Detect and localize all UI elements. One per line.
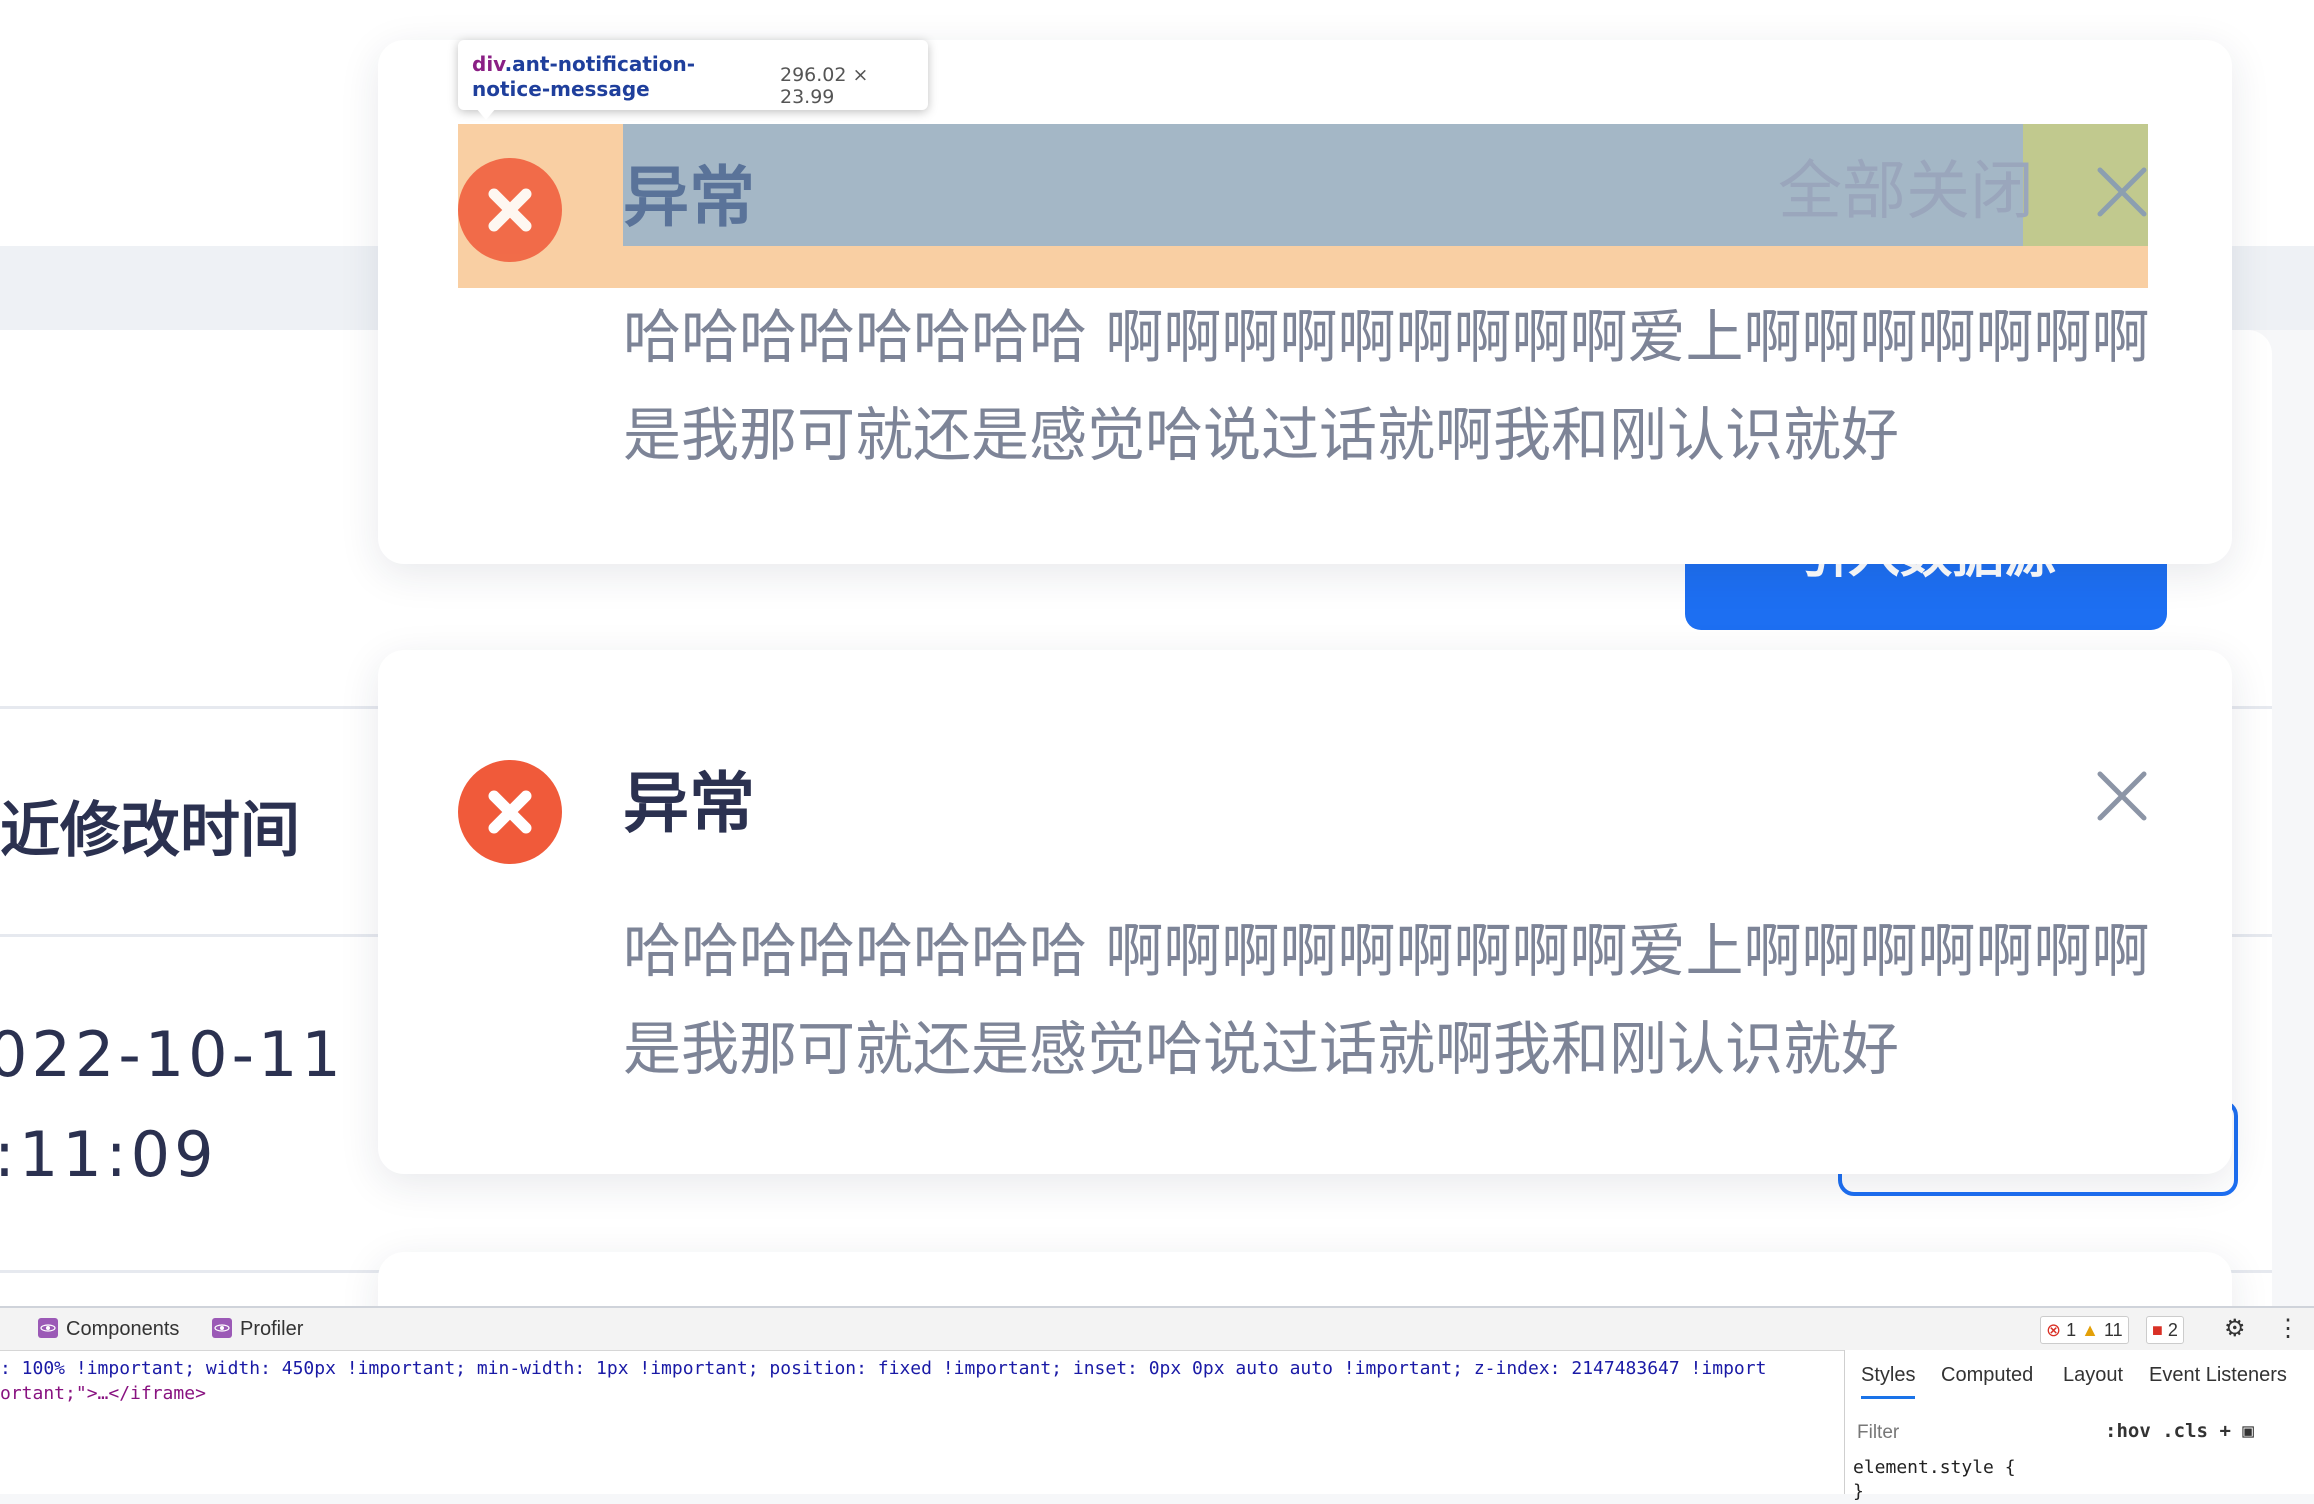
column-header-modified-time: 近修改时间 — [0, 796, 300, 866]
more-options-icon[interactable]: ⋮ — [2276, 1314, 2300, 1343]
close-icon[interactable] — [2094, 768, 2150, 824]
error-icon — [458, 760, 562, 864]
react-icon — [212, 1318, 232, 1338]
styles-toolbar: :hov .cls + ▣ — [2105, 1420, 2254, 1442]
error-count-icon: ⊗ — [2046, 1320, 2062, 1340]
tab-profiler[interactable]: Profiler — [212, 1318, 303, 1341]
devtools-panel: Components Profiler ⊗ 1 ▲ 11 ■ 2 ⚙ ⋮ : 1… — [0, 1306, 2314, 1502]
notification-card-2: 异常 哈哈哈哈哈哈哈哈 啊啊啊啊啊啊啊啊啊爱上啊啊啊啊啊啊啊是我那可就还是感觉哈… — [378, 650, 2232, 1174]
tab-styles[interactable]: Styles — [1861, 1364, 1916, 1399]
element-style-rule[interactable]: element.style { } — [1853, 1456, 2016, 1504]
react-icon — [38, 1318, 58, 1338]
notification-title: 异常 — [623, 765, 755, 842]
devtools-tabbar: Components Profiler ⊗ 1 ▲ 11 ■ 2 ⚙ ⋮ — [0, 1308, 2314, 1351]
add-rule-icon[interactable]: + — [2219, 1420, 2230, 1442]
settings-gear-icon[interactable]: ⚙ — [2224, 1314, 2246, 1343]
console-counts[interactable]: ⊗ 1 ▲ 11 — [2040, 1316, 2129, 1344]
tooltip-arrow — [476, 108, 496, 120]
inspector-tooltip: div.ant-notification-notice-message 296.… — [458, 40, 928, 120]
notification-card-1: 异常 全部关闭 哈哈哈哈哈哈哈哈 啊啊啊啊啊啊啊啊啊爱上啊啊啊啊啊啊啊是我那可就… — [378, 40, 2232, 564]
cell-time: :11:09 — [0, 1118, 218, 1191]
warning-count-icon: ▲ — [2081, 1320, 2099, 1340]
elements-code[interactable]: : 100% !important; width: 450px !importa… — [0, 1356, 1840, 1406]
tooltip-element-name: div.ant-notification-notice-message — [472, 52, 696, 101]
tooltip-dimensions: 296.02 × 23.99 — [780, 64, 869, 108]
close-icon[interactable] — [2094, 164, 2150, 220]
code-line: : 100% !important; width: 450px !importa… — [0, 1358, 1767, 1379]
tab-event-listeners[interactable]: Event Listeners — [2149, 1364, 2287, 1387]
tab-layout[interactable]: Layout — [2063, 1364, 2123, 1387]
issues-count[interactable]: ■ 2 — [2146, 1316, 2184, 1344]
close-all-button[interactable]: 全部关闭 — [1778, 140, 2034, 232]
styles-pane: Styles Computed Layout Event Listeners F… — [1844, 1350, 2314, 1502]
hov-toggle[interactable]: :hov — [2105, 1420, 2151, 1442]
issues-icon: ■ — [2152, 1320, 2163, 1340]
tab-components[interactable]: Components — [38, 1318, 179, 1341]
notification-description: 哈哈哈哈哈哈哈哈 啊啊啊啊啊啊啊啊啊爱上啊啊啊啊啊啊啊是我那可就还是感觉哈说过话… — [623, 303, 2150, 469]
styles-filter-input[interactable]: Filter — [1857, 1422, 1899, 1444]
notification-title: 异常 — [623, 159, 755, 236]
code-line: ortant;">…</iframe> — [0, 1383, 206, 1404]
computed-sidebar-icon[interactable]: ▣ — [2242, 1420, 2253, 1442]
notification-description: 哈哈哈哈哈哈哈哈 啊啊啊啊啊啊啊啊啊爱上啊啊啊啊啊啊啊是我那可就还是感觉哈说过话… — [623, 917, 2150, 1083]
tab-computed[interactable]: Computed — [1941, 1364, 2033, 1387]
cell-date: 022-10-11 — [0, 1018, 345, 1091]
error-icon — [458, 158, 562, 262]
cls-toggle[interactable]: .cls — [2162, 1420, 2208, 1442]
